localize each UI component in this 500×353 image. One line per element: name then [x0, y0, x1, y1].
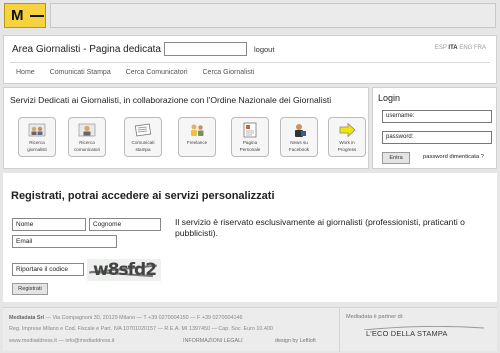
- nav-home[interactable]: Home: [16, 69, 35, 76]
- logout-link[interactable]: logout: [254, 45, 274, 54]
- nav-cerca-comunicatori[interactable]: Cerca Comunicatori: [126, 69, 188, 76]
- captcha-image: w8sfd2: [87, 259, 161, 281]
- services-title: Servizi Dedicati ai Giornalisti, in coll…: [10, 95, 332, 105]
- service-label-line1: Work in: [339, 140, 355, 145]
- press-release-icon: [134, 123, 152, 137]
- page-title: Area Giornalisti - Pagina dedicata a:: [12, 44, 173, 55]
- journalists-header: Area Giornalisti - Pagina dedicata a: lo…: [3, 35, 497, 84]
- header-divider: [10, 62, 490, 63]
- language-selector: ESP ITA ENG FRA: [435, 45, 486, 51]
- nome-field[interactable]: Nome: [12, 218, 86, 231]
- dedicated-page-input[interactable]: [164, 42, 247, 56]
- registration-info: Il servizio è riservato esclusivamente a…: [175, 217, 465, 238]
- email-field[interactable]: Email: [12, 235, 117, 248]
- lang-eng[interactable]: ENG: [459, 45, 472, 51]
- logo-dash: [29, 15, 44, 18]
- service-label-line2: Facebook: [288, 147, 310, 152]
- service-label-line1: Freelance: [186, 140, 208, 145]
- service-freelance[interactable]: Freelance: [178, 117, 216, 157]
- service-label-line2: giornalisti: [27, 147, 47, 152]
- services-panel: Servizi Dedicati ai Giornalisti, in coll…: [3, 87, 369, 169]
- lang-esp[interactable]: ESP: [435, 45, 447, 51]
- main-nav: Home Comunicati Stampa Cerca Comunicator…: [16, 69, 267, 76]
- partner-box: Mediadata è partner di: L'ECO DELLA STAM…: [339, 308, 497, 352]
- arrow-right-icon: [339, 122, 356, 138]
- service-label-line2: stampa: [135, 147, 151, 152]
- lang-fra[interactable]: FRA: [474, 45, 486, 51]
- freelance-people-icon: [191, 124, 204, 136]
- forgot-password-link[interactable]: password dimenticata ?: [423, 154, 484, 160]
- password-field[interactable]: password:: [382, 131, 492, 144]
- people-search-icon: [78, 123, 96, 137]
- footer: Mediadata Srl — Via Compagnoni 30, 20129…: [3, 307, 497, 352]
- nav-comunicati-stampa[interactable]: Comunicati Stampa: [50, 69, 111, 76]
- username-field[interactable]: username:: [382, 110, 492, 123]
- site-logo[interactable]: M: [4, 3, 46, 28]
- service-label-line1: Ricerca: [29, 140, 45, 145]
- partner-logo[interactable]: L'ECO DELLA STAMPA: [366, 329, 448, 338]
- registration-panel: Registrati, potrai accedere ai servizi p…: [3, 173, 497, 302]
- cognome-field[interactable]: Cognome: [89, 218, 161, 231]
- service-news-facebook[interactable]: News su Facebook: [280, 117, 318, 157]
- register-button[interactable]: Registrati: [12, 283, 48, 295]
- footer-contacts[interactable]: www.mediaddress.it — info@mediaddress.it: [9, 338, 115, 344]
- people-search-icon: [28, 123, 46, 137]
- design-credit-link[interactable]: design by Leftloft: [275, 338, 316, 344]
- login-panel: Login username: password: Entra password…: [372, 87, 497, 169]
- partner-text: Mediadata è partner di:: [346, 314, 404, 320]
- service-work-in-progress[interactable]: Work in Progress: [328, 117, 366, 157]
- service-comunicati-stampa[interactable]: Comunicati stampa: [124, 117, 162, 157]
- footer-registration: Reg. Imprese Milano e Cod. Fiscale e Par…: [9, 326, 273, 332]
- service-pagina-personale[interactable]: Pagina Personale: [231, 117, 269, 157]
- service-ricerca-giornalisti[interactable]: Ricerca giornalisti: [18, 117, 56, 157]
- lang-ita[interactable]: ITA: [448, 45, 457, 51]
- login-title: Login: [378, 93, 401, 103]
- logo-letter: M: [11, 7, 24, 24]
- service-label-line1: Comunicati: [131, 140, 155, 145]
- legal-info-link[interactable]: INFORMAZIONI LEGALI: [183, 338, 243, 344]
- personal-page-icon: [243, 122, 257, 138]
- service-label-line1: Pagina: [242, 140, 258, 145]
- service-label-line1: News su: [290, 140, 308, 145]
- login-button[interactable]: Entra: [382, 152, 410, 164]
- service-label-line1: Ricerca: [79, 140, 95, 145]
- footer-line1: — Via Compagnoni 30, 20129 Milano — T +3…: [44, 315, 243, 321]
- captcha-field[interactable]: Riportare il codice: [12, 263, 84, 276]
- registration-title: Registrati, potrai accedere ai servizi p…: [11, 190, 275, 202]
- footer-address: Mediadata Srl — Via Compagnoni 30, 20129…: [9, 315, 242, 321]
- service-label-line2: Personale: [239, 147, 261, 152]
- facebook-news-icon: [295, 124, 306, 137]
- footer-company: Mediadata Srl: [9, 315, 45, 321]
- nav-cerca-giornalisti[interactable]: Cerca Giornalisti: [203, 69, 255, 76]
- service-label-line2: comunicatori: [73, 147, 101, 152]
- service-label-line2: Progress: [337, 147, 357, 152]
- captcha-code: w8sfd2: [93, 260, 157, 280]
- top-strip: [50, 3, 496, 28]
- top-bar: M: [0, 0, 500, 33]
- service-ricerca-comunicatori[interactable]: Ricerca comunicatori: [68, 117, 106, 157]
